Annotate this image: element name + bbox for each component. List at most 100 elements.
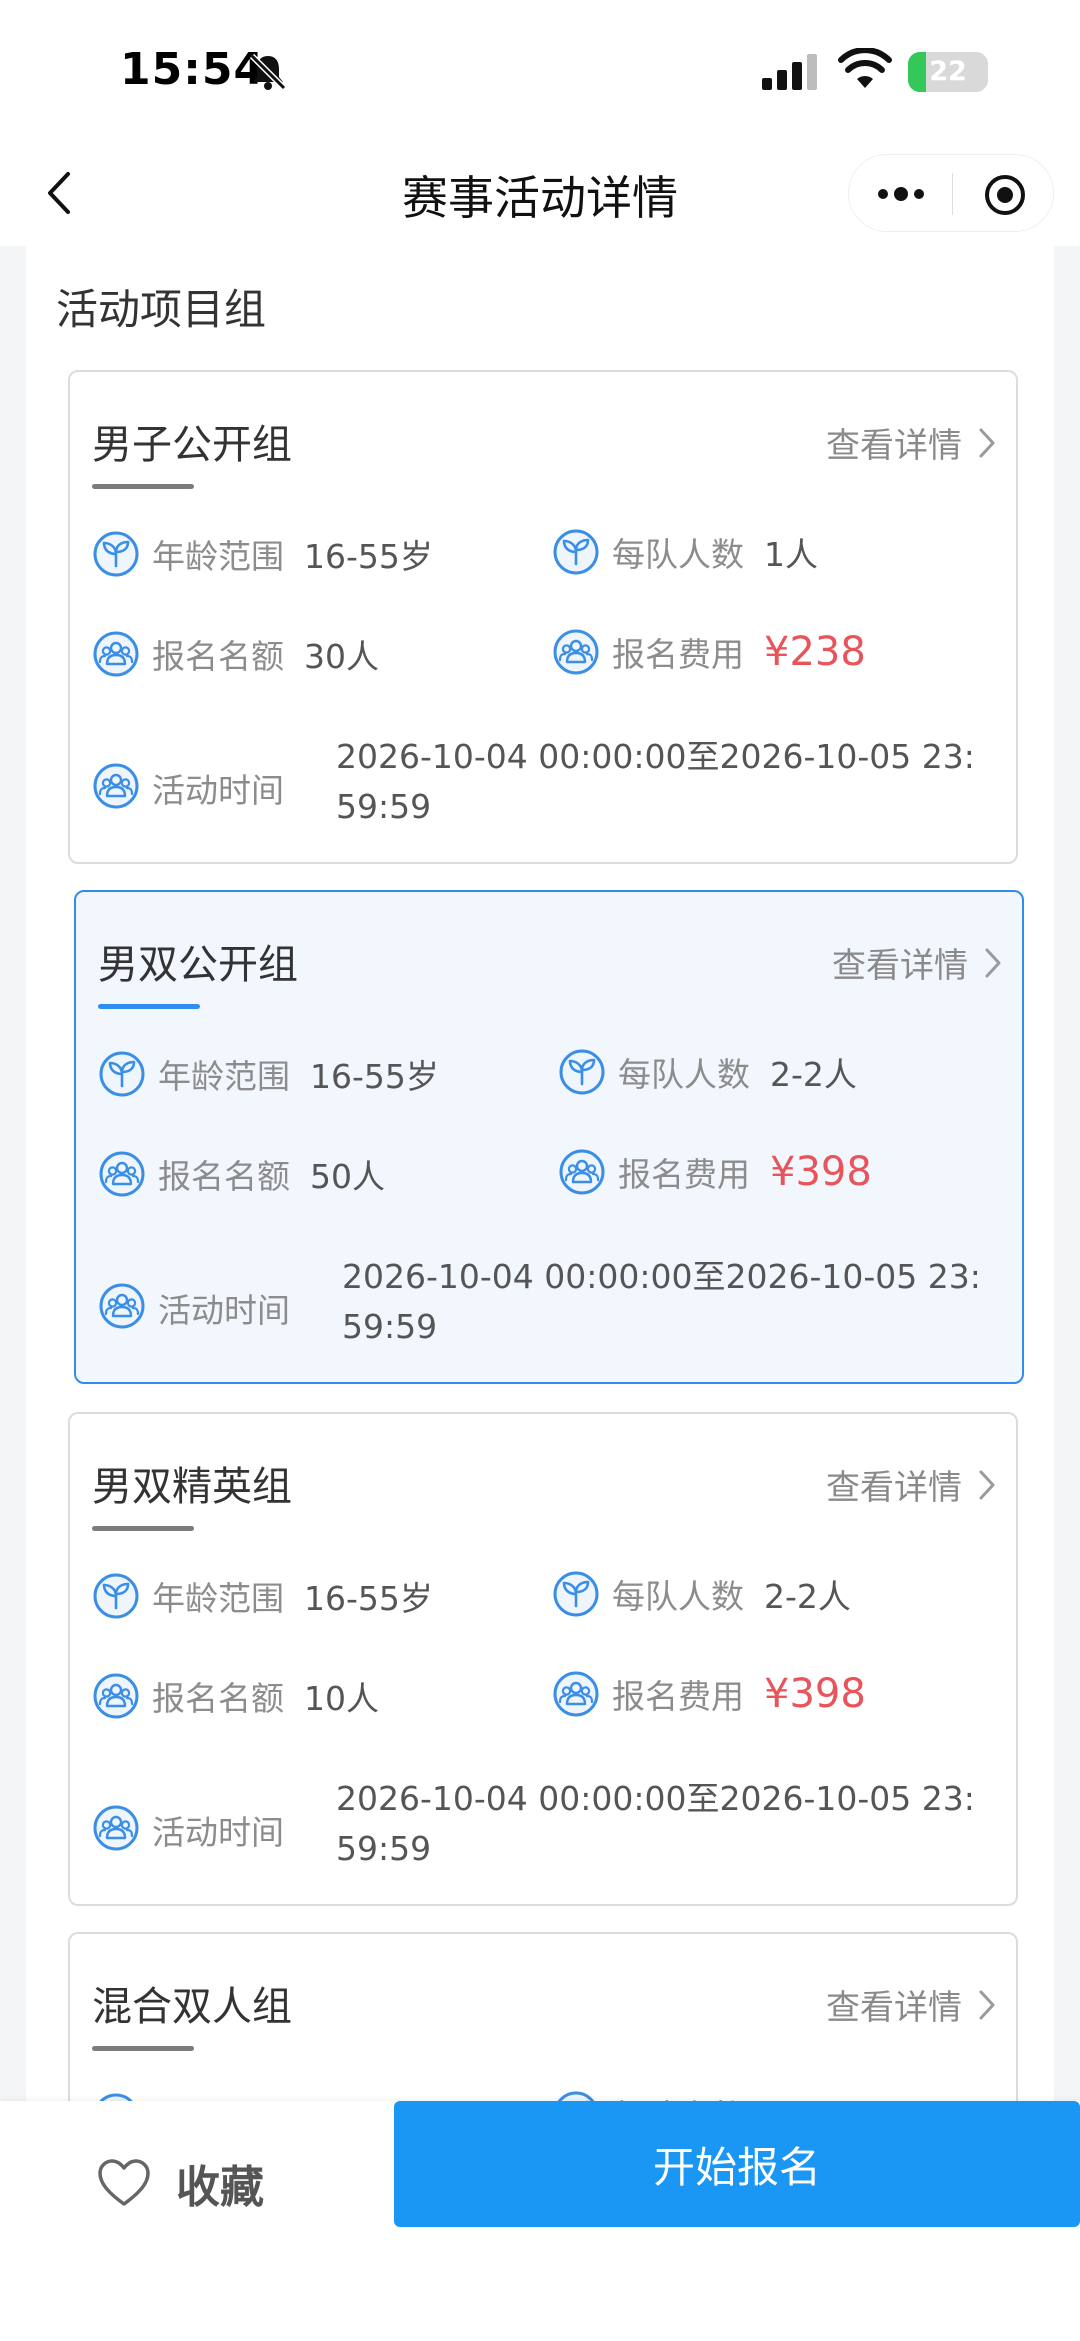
people-icon (92, 1672, 140, 1720)
info-label: 年龄范围 (152, 537, 284, 576)
sprout-icon (558, 1048, 606, 1096)
info-label: 报名费用 (612, 1677, 744, 1716)
people-icon (92, 1804, 140, 1852)
chevron-right-icon (985, 948, 1001, 977)
info-item: 报名名额 10人 (92, 1672, 379, 1720)
info-label: 活动时间 (152, 1813, 284, 1852)
group-name: 男双精英组 (92, 1464, 292, 1510)
start-signup-button[interactable]: 开始报名 (394, 2101, 1080, 2227)
sprout-icon (92, 2092, 140, 2101)
chevron-right-icon (979, 1470, 995, 1499)
view-details-label: 查看详情 (826, 1988, 962, 2028)
group-underline (92, 2046, 194, 2051)
favorite-label: 收藏 (176, 2162, 264, 2213)
group-card[interactable]: 男双精英组 查看详情 年龄范围 16-55岁 每队人数 2-2人 报名名额 10… (68, 1412, 1018, 1906)
sprout-icon (552, 1570, 600, 1618)
view-details-link[interactable]: 查看详情 (826, 418, 998, 467)
view-details-link[interactable]: 查看详情 (826, 1460, 998, 1509)
info-value: 50人 (310, 1157, 385, 1196)
info-value: ¥398 (770, 1149, 872, 1195)
mini-program-capsule (848, 154, 1054, 232)
info-item: 报名费用 ¥398 (558, 1148, 872, 1196)
info-label: 年龄范围 (152, 2092, 284, 2101)
info-item: 报名费用 ¥398 (552, 1670, 866, 1718)
group-name: 混合双人组 (92, 1984, 292, 2030)
view-details-label: 查看详情 (826, 426, 962, 466)
group-underline (98, 1004, 200, 1009)
battery-icon: 22 (908, 52, 988, 92)
info-label: 每队人数 (618, 1055, 750, 1094)
people-icon (552, 1670, 600, 1718)
sprout-icon (92, 530, 140, 578)
sprout-icon (552, 2090, 600, 2101)
view-details-link[interactable]: 查看详情 (826, 1980, 998, 2029)
info-label: 报名费用 (612, 635, 744, 674)
group-card[interactable]: 混合双人组 查看详情 年龄范围 每队人数 (68, 1932, 1018, 2101)
people-icon (98, 1150, 146, 1198)
info-label: 报名费用 (618, 1155, 750, 1194)
signal-icon (762, 54, 817, 90)
capsule-divider (952, 173, 953, 215)
chevron-right-icon (979, 1990, 995, 2019)
people-icon (92, 630, 140, 678)
view-details-link[interactable]: 查看详情 (832, 938, 1004, 987)
info-item: 年龄范围 16-55岁 (98, 1050, 439, 1098)
info-label: 每队人数 (612, 2090, 744, 2101)
status-bar: 15:54 22 (0, 0, 1080, 140)
people-icon (92, 762, 140, 810)
info-label: 年龄范围 (158, 1057, 290, 1096)
info-value: 16-55岁 (304, 537, 433, 576)
content-panel: 活动项目组 男子公开组 查看详情 年龄范围 16-55岁 每队人数 1人 报名名… (26, 246, 1054, 2101)
info-value: 16-55岁 (310, 1057, 439, 1096)
heart-icon (98, 2159, 150, 2206)
info-item: 报名费用 ¥238 (552, 628, 866, 676)
view-details-label: 查看详情 (832, 946, 968, 986)
info-value: 1人 (764, 535, 818, 574)
info-label: 每队人数 (612, 1577, 744, 1616)
info-item: 每队人数 2-2人 (552, 1570, 851, 1618)
people-icon (98, 1282, 146, 1330)
info-value: ¥398 (764, 1671, 866, 1717)
info-item: 报名名额 30人 (92, 630, 379, 678)
info-label: 报名名额 (152, 1679, 284, 1718)
sprout-icon (92, 1572, 140, 1620)
view-details-label: 查看详情 (826, 1468, 962, 1508)
group-card[interactable]: 男子公开组 查看详情 年龄范围 16-55岁 每队人数 1人 报名名额 30人 … (68, 370, 1018, 864)
chevron-right-icon (979, 428, 995, 457)
group-card[interactable]: 男双公开组 查看详情 年龄范围 16-55岁 每队人数 2-2人 报名名额 50… (74, 890, 1024, 1384)
group-name: 男子公开组 (92, 422, 292, 468)
more-icon[interactable] (873, 179, 929, 209)
bell-slash-icon (249, 53, 287, 91)
target-icon[interactable] (983, 173, 1027, 217)
info-value: 2-2人 (770, 1055, 857, 1094)
activity-time-value: 2026-10-04 00:00:00至2026-10-05 23:59:59 (342, 1257, 981, 1346)
bottom-bar: 收藏 开始报名 (0, 2101, 1080, 2341)
info-value: 2-2人 (764, 1577, 851, 1616)
info-value: 30人 (304, 637, 379, 676)
info-value: 10人 (304, 1679, 379, 1718)
status-time: 15:54 (120, 44, 266, 95)
info-item: 年龄范围 16-55岁 (92, 1572, 433, 1620)
info-label: 报名名额 (152, 637, 284, 676)
info-item: 年龄范围 16-55岁 (92, 530, 433, 578)
info-label: 每队人数 (612, 535, 744, 574)
favorite-button[interactable]: 收藏 (96, 2141, 306, 2225)
info-item: 每队人数 2-2人 (558, 1048, 857, 1096)
people-icon (558, 1148, 606, 1196)
info-item: 每队人数 1人 (552, 528, 818, 576)
activity-time-value: 2026-10-04 00:00:00至2026-10-05 23:59:59 (336, 737, 975, 826)
group-underline (92, 1526, 194, 1531)
people-icon (552, 628, 600, 676)
sprout-icon (98, 1050, 146, 1098)
section-title: 活动项目组 (56, 285, 267, 334)
info-label: 活动时间 (152, 771, 284, 810)
wifi-icon (838, 48, 892, 88)
sprout-icon (552, 528, 600, 576)
info-item: 年龄范围 (92, 2092, 304, 2101)
info-item: 每队人数 (552, 2090, 764, 2101)
group-underline (92, 484, 194, 489)
nav-bar: 赛事活动详情 (0, 140, 1080, 246)
info-label: 年龄范围 (152, 1579, 284, 1618)
battery-level: 22 (929, 56, 967, 87)
info-value: ¥238 (764, 629, 866, 675)
